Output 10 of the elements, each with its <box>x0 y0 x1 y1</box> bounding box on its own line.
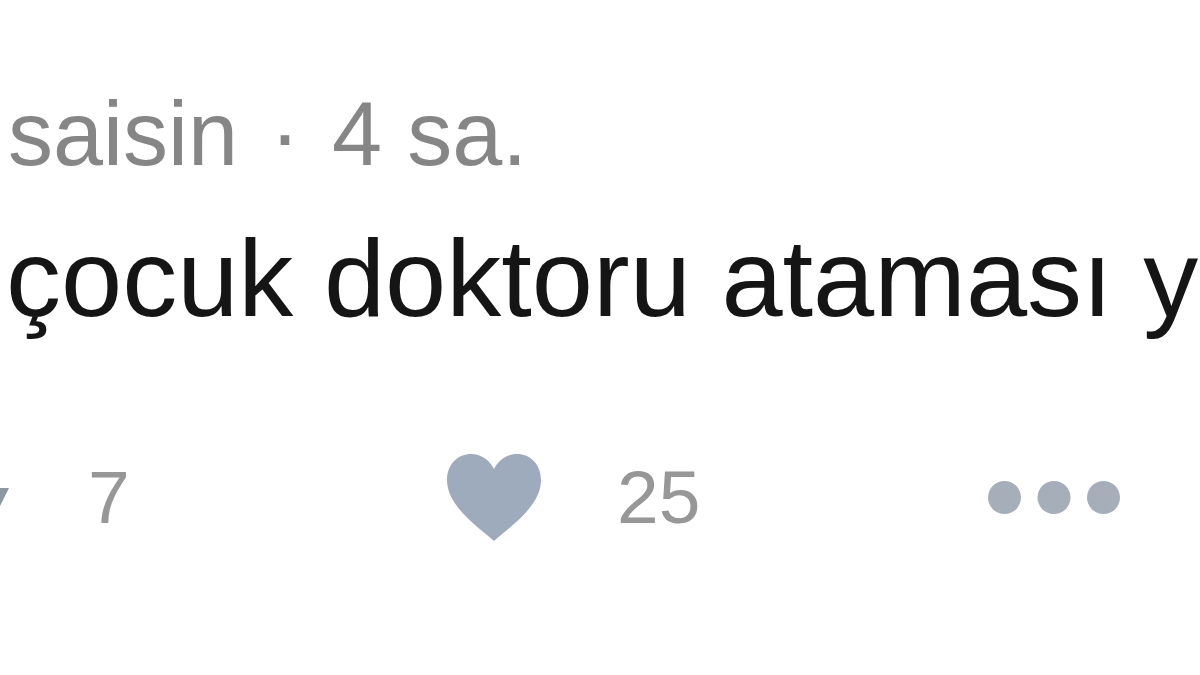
more-button[interactable] <box>988 480 1120 514</box>
more-icon <box>988 480 1120 514</box>
tweet-text: çocuk doktoru ataması y <box>6 216 1199 339</box>
heart-icon <box>447 453 541 541</box>
retweet-button[interactable]: 7 <box>0 459 130 535</box>
timestamp[interactable]: 4 sa. <box>332 89 528 179</box>
arrow-tip-icon <box>0 488 9 506</box>
separator-dot: · <box>270 89 301 179</box>
user-name[interactable]: saisin <box>8 89 239 179</box>
like-button[interactable]: 25 <box>447 453 701 541</box>
